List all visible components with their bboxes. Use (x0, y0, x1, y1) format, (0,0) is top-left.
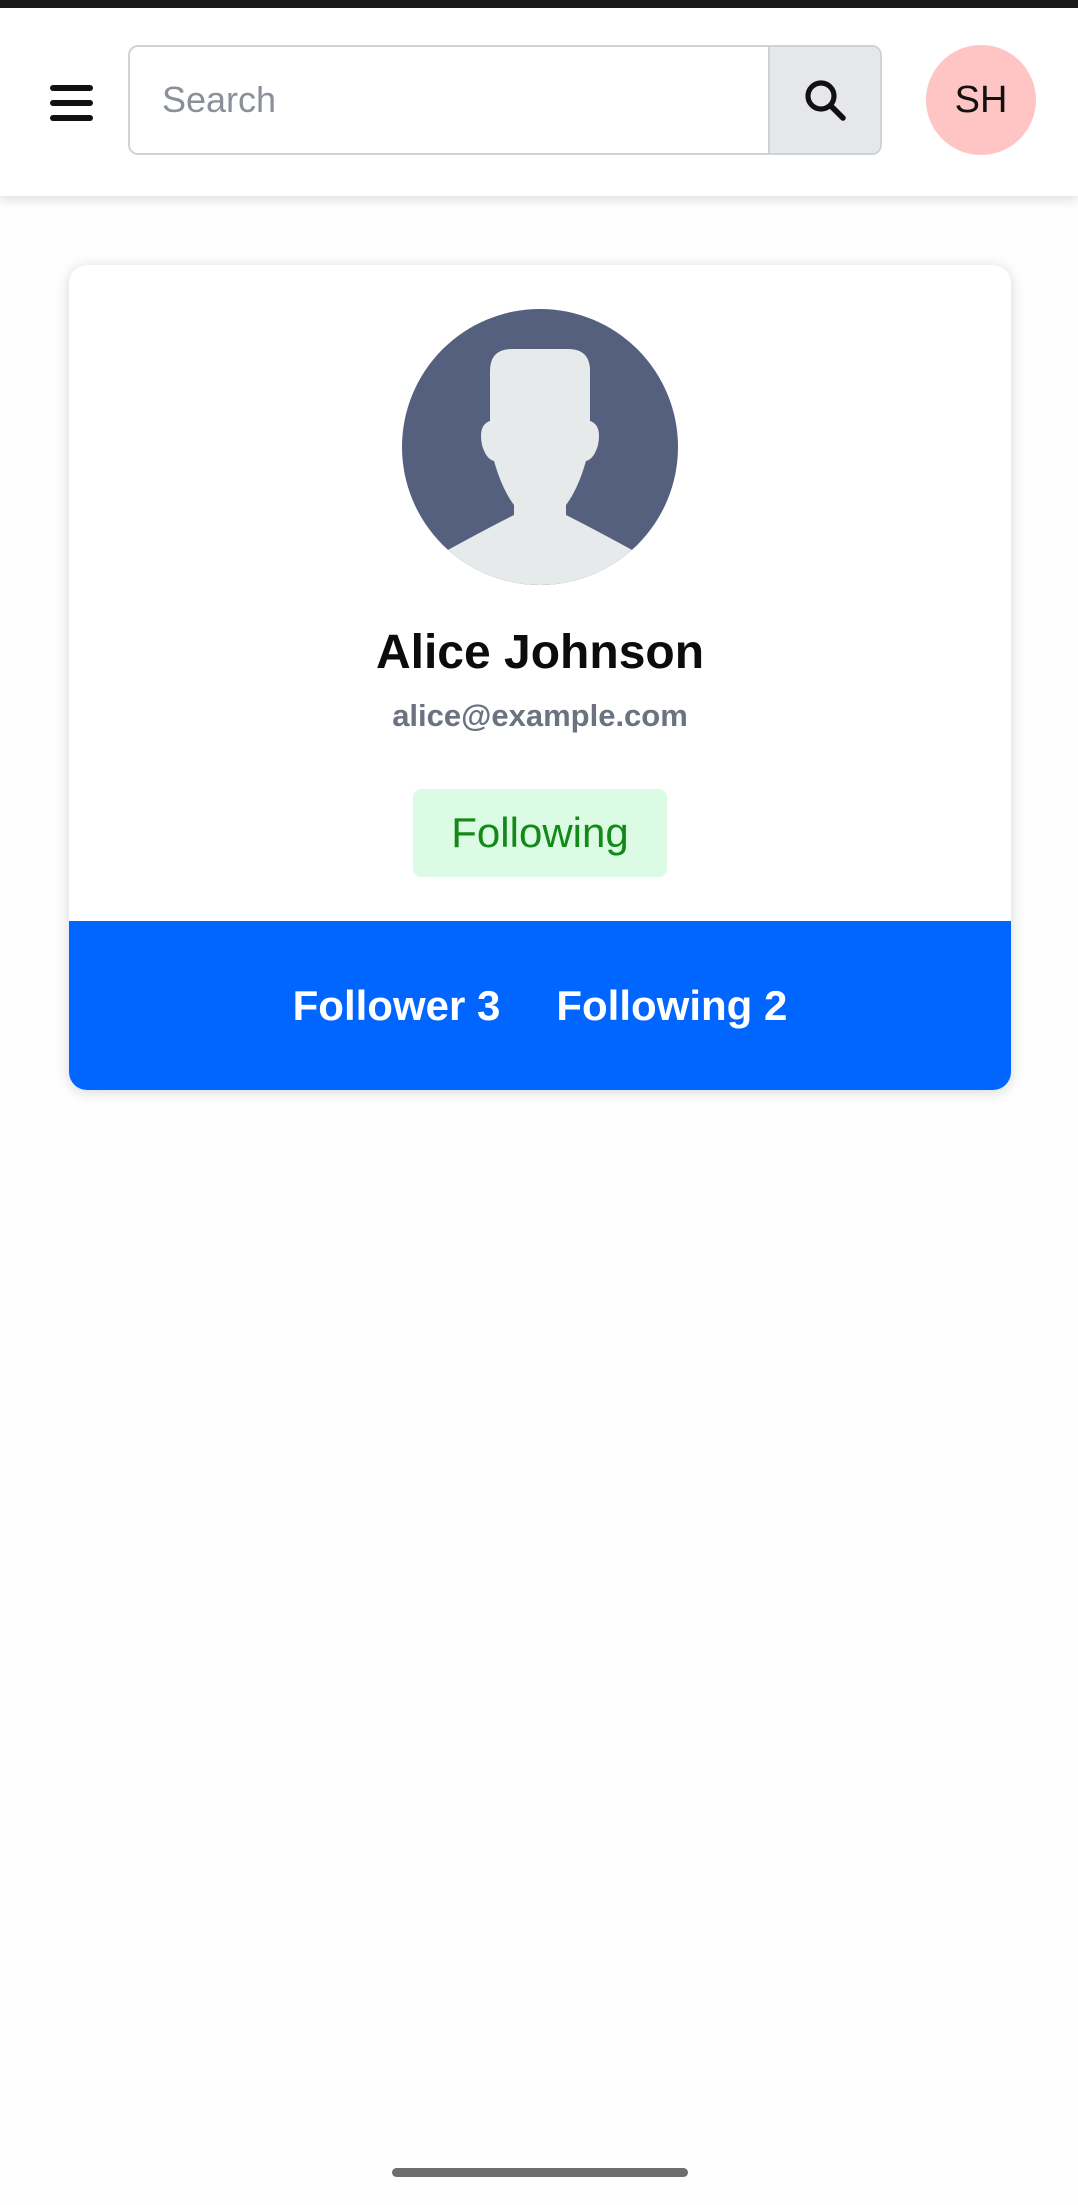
profile-name: Alice Johnson (375, 626, 705, 679)
following-count-link[interactable]: Following 2 (556, 982, 787, 1030)
status-strip (0, 0, 1078, 8)
follower-count-link[interactable]: Follower 3 (293, 982, 501, 1030)
search-icon (805, 80, 846, 121)
home-indicator (392, 2168, 688, 2177)
follow-stats-bar: Follower 3 Following 2 (69, 921, 1011, 1090)
user-avatar[interactable]: SH (926, 45, 1036, 155)
following-status-button[interactable]: Following (413, 789, 667, 877)
profile-card: Alice Johnson alice@example.com Followin… (69, 265, 1011, 1090)
user-initials: SH (954, 78, 1008, 121)
search-input[interactable] (130, 47, 768, 153)
profile-email: alice@example.com (392, 698, 688, 733)
profile-avatar (402, 309, 678, 585)
top-navbar: SH (0, 8, 1078, 196)
search-box (128, 45, 882, 155)
hamburger-menu-icon[interactable] (50, 78, 100, 128)
search-button[interactable] (768, 47, 880, 153)
user-silhouette-icon (446, 349, 634, 585)
